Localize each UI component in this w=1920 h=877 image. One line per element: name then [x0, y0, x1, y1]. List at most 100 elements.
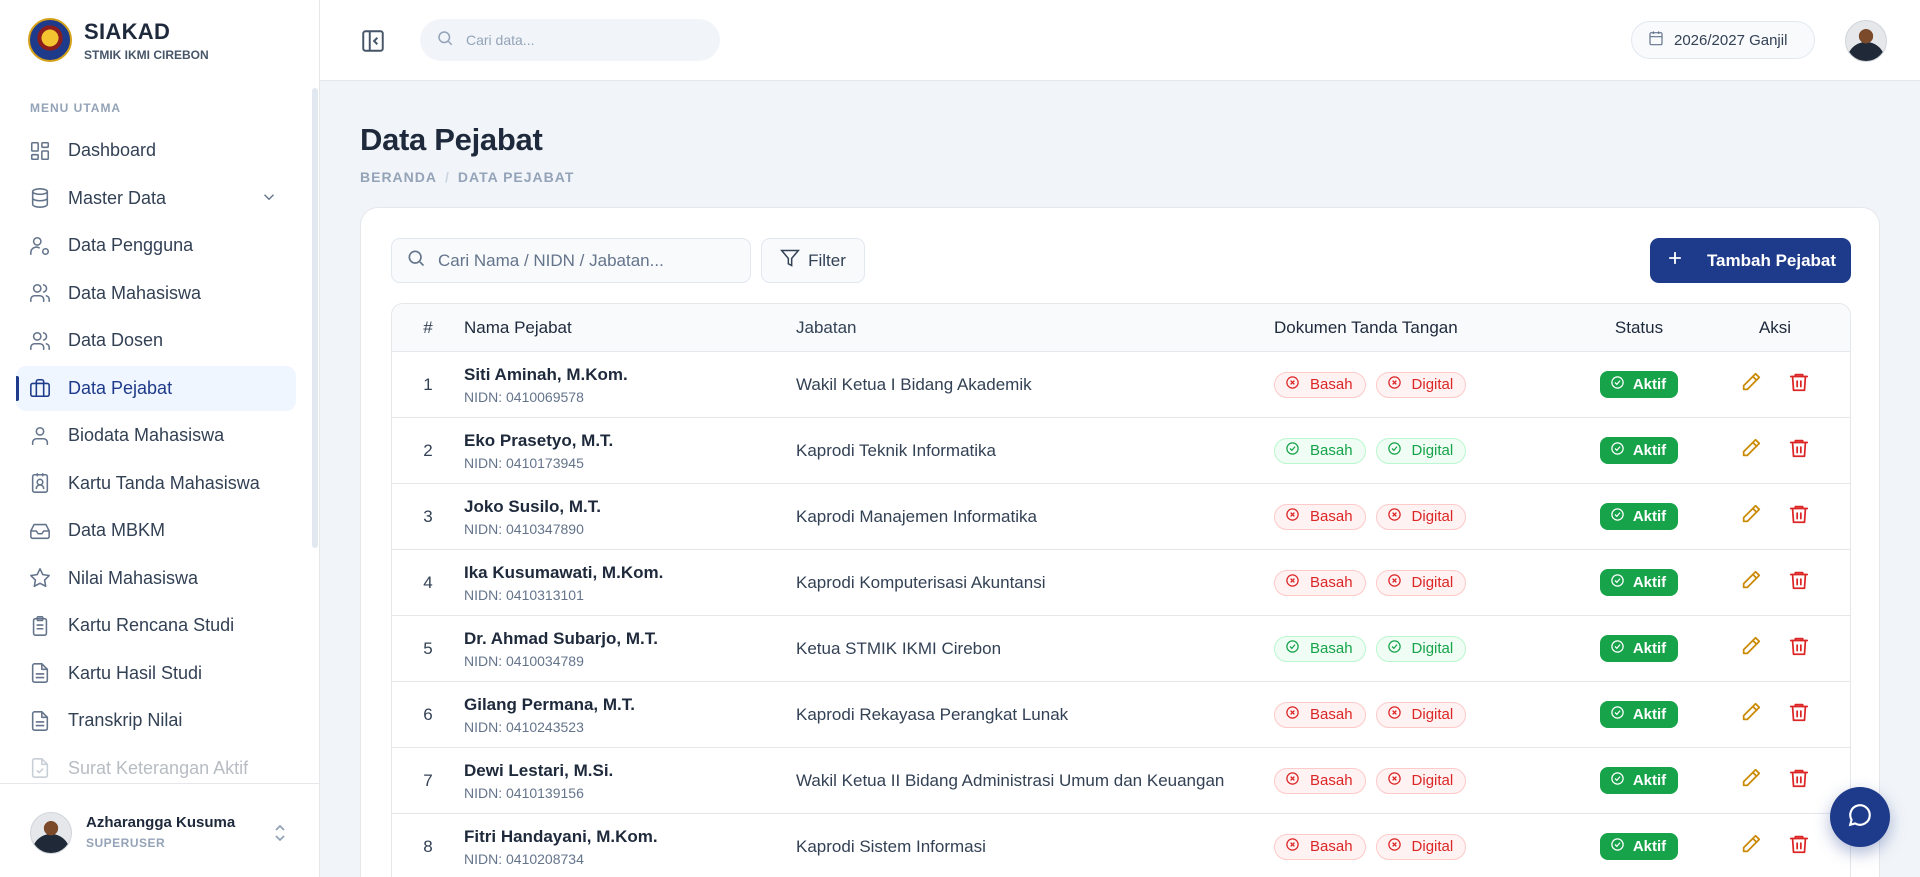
official-cell: Dewi Lestari, M.Si. NIDN: 0410139156	[464, 761, 796, 801]
trash-icon[interactable]	[1788, 833, 1810, 860]
signature-docs-cell: Basah Digital	[1274, 437, 1578, 464]
sidebar-item-biodata-mahasiswa[interactable]: Biodata Mahasiswa	[16, 413, 296, 458]
plus-icon	[1665, 248, 1707, 273]
digital-signature-badge-label: Digital	[1411, 574, 1454, 591]
column-header-status: Status	[1614, 317, 1664, 337]
sidebar-item-label: Kartu Tanda Mahasiswa	[68, 472, 260, 493]
digital-signature-badge: Digital	[1375, 701, 1467, 728]
actions-cell	[1700, 767, 1850, 794]
row-number: 8	[423, 836, 433, 856]
trash-icon[interactable]	[1788, 767, 1810, 794]
sidebar-item-data-mbkm[interactable]: Data MBKM	[16, 508, 296, 553]
wet-signature-badge: Basah	[1274, 569, 1366, 596]
add-official-button[interactable]: Tambah Pejabat	[1650, 238, 1851, 283]
chevron-down-icon[interactable]	[260, 188, 280, 208]
signature-docs-cell: Basah Digital	[1274, 767, 1578, 794]
sidebar-item-master-data[interactable]: Master Data	[16, 176, 296, 221]
x-circle-icon	[1285, 573, 1310, 592]
x-circle-icon	[1285, 705, 1310, 724]
trash-icon[interactable]	[1788, 503, 1810, 530]
trash-icon[interactable]	[1788, 437, 1810, 464]
check-circle-icon	[1610, 375, 1633, 394]
sidebar-item-kartu-tanda-mahasiswa[interactable]: Kartu Tanda Mahasiswa	[16, 461, 296, 506]
sidebar-item-data-pejabat[interactable]: Data Pejabat	[16, 365, 296, 411]
edit-icon[interactable]	[1740, 503, 1762, 530]
sidebar-item-data-dosen[interactable]: Data Dosen	[16, 318, 296, 363]
status-label: Aktif	[1632, 640, 1667, 657]
officials-search-input[interactable]	[438, 250, 738, 271]
official-nidn: NIDN: 0410313101	[464, 586, 584, 603]
trash-icon[interactable]	[1788, 635, 1810, 662]
official-nidn: NIDN: 0410034789	[464, 652, 584, 669]
global-search-input[interactable]	[466, 32, 686, 48]
officials-search[interactable]	[391, 238, 751, 283]
check-circle-icon	[1387, 441, 1412, 460]
edit-icon[interactable]	[1740, 833, 1762, 860]
user-role: SUPERUSER	[86, 836, 166, 850]
official-nidn: NIDN: 0410139156	[464, 784, 584, 801]
breadcrumb-separator: /	[445, 169, 450, 185]
sidebar-item-label: Data MBKM	[68, 520, 166, 540]
digital-signature-badge-label: Digital	[1411, 508, 1454, 525]
check-circle-icon	[1285, 441, 1310, 460]
edit-icon[interactable]	[1740, 437, 1762, 464]
sidebar-item-data-mahasiswa[interactable]: Data Mahasiswa	[16, 271, 296, 316]
edit-icon[interactable]	[1740, 569, 1762, 596]
users-icon	[28, 281, 52, 305]
status-cell: Aktif	[1578, 767, 1700, 794]
global-search[interactable]	[420, 19, 720, 61]
x-circle-icon	[1285, 507, 1310, 526]
edit-icon[interactable]	[1740, 635, 1762, 662]
row-number: 2	[423, 440, 433, 460]
edit-icon[interactable]	[1740, 371, 1762, 398]
filter-icon	[780, 248, 808, 273]
file-text-icon	[28, 709, 52, 733]
sidebar-user-menu[interactable]: Azharangga Kusuma SUPERUSER	[0, 783, 320, 877]
official-name: Siti Aminah, M.Kom.	[464, 364, 628, 384]
signature-docs-cell: Basah Digital	[1274, 701, 1578, 728]
sidebar-item-dashboard[interactable]: Dashboard	[16, 128, 296, 173]
filter-button[interactable]: Filter	[761, 238, 865, 283]
digital-signature-badge: Digital	[1375, 503, 1467, 530]
official-position: Kaprodi Rekayasa Perangkat Lunak	[796, 704, 1069, 724]
chat-button[interactable]	[1830, 787, 1890, 847]
actions-cell	[1700, 371, 1850, 398]
academic-period-selector[interactable]: 2026/2027 Ganjil	[1631, 21, 1815, 59]
sidebar-item-surat-keterangan-aktif[interactable]: Surat Keterangan Aktif	[16, 746, 296, 781]
sidebar-item-nilai-mahasiswa[interactable]: Nilai Mahasiswa	[16, 556, 296, 601]
status-label: Aktif	[1632, 838, 1667, 855]
table-row: 4 Ika Kusumawati, M.Kom. NIDN: 041031310…	[392, 550, 1850, 616]
chevrons-up-down-icon[interactable]	[272, 822, 288, 844]
edit-icon[interactable]	[1740, 767, 1762, 794]
sidebar-nav: Dashboard Master Data Data Pengguna Data…	[16, 128, 296, 780]
sidebar-toggle-icon[interactable]	[360, 28, 386, 54]
table-header: # Nama Pejabat Jabatan Dokumen Tanda Tan…	[392, 304, 1850, 352]
column-header-signature-docs: Dokumen Tanda Tangan	[1274, 317, 1458, 337]
status-label: Aktif	[1632, 376, 1667, 393]
signature-docs-cell: Basah Digital	[1274, 635, 1578, 662]
digital-signature-badge-label: Digital	[1411, 838, 1454, 855]
brand[interactable]: SIAKAD STMIK IKMI CIREBON	[28, 16, 209, 64]
official-position: Kaprodi Komputerisasi Akuntansi	[796, 572, 1046, 592]
sidebar-item-kartu-hasil-studi[interactable]: Kartu Hasil Studi	[16, 651, 296, 696]
trash-icon[interactable]	[1788, 701, 1810, 728]
breadcrumb-home[interactable]: BERANDA	[360, 169, 437, 185]
status-cell: Aktif	[1578, 701, 1700, 728]
sidebar-scrollbar[interactable]	[312, 88, 318, 548]
trash-icon[interactable]	[1788, 569, 1810, 596]
sidebar-item-kartu-rencana-studi[interactable]: Kartu Rencana Studi	[16, 603, 296, 648]
campus-logo	[28, 18, 72, 62]
sidebar-item-transkrip-nilai[interactable]: Transkrip Nilai	[16, 698, 296, 743]
sidebar-item-data-pengguna[interactable]: Data Pengguna	[16, 223, 296, 268]
app-title: SIAKAD	[84, 18, 171, 44]
table-row: 3 Joko Susilo, M.T. NIDN: 0410347890 Kap…	[392, 484, 1850, 550]
edit-icon[interactable]	[1740, 701, 1762, 728]
avatar[interactable]	[1845, 20, 1887, 62]
status-badge: Aktif	[1599, 569, 1679, 596]
wet-signature-badge-label: Basah	[1310, 574, 1353, 591]
x-circle-icon	[1387, 771, 1412, 790]
official-position: Ketua STMIK IKMI Cirebon	[796, 638, 1002, 658]
sidebar-item-label: Surat Keterangan Aktif	[68, 757, 249, 778]
status-cell: Aktif	[1578, 569, 1700, 596]
trash-icon[interactable]	[1788, 371, 1810, 398]
